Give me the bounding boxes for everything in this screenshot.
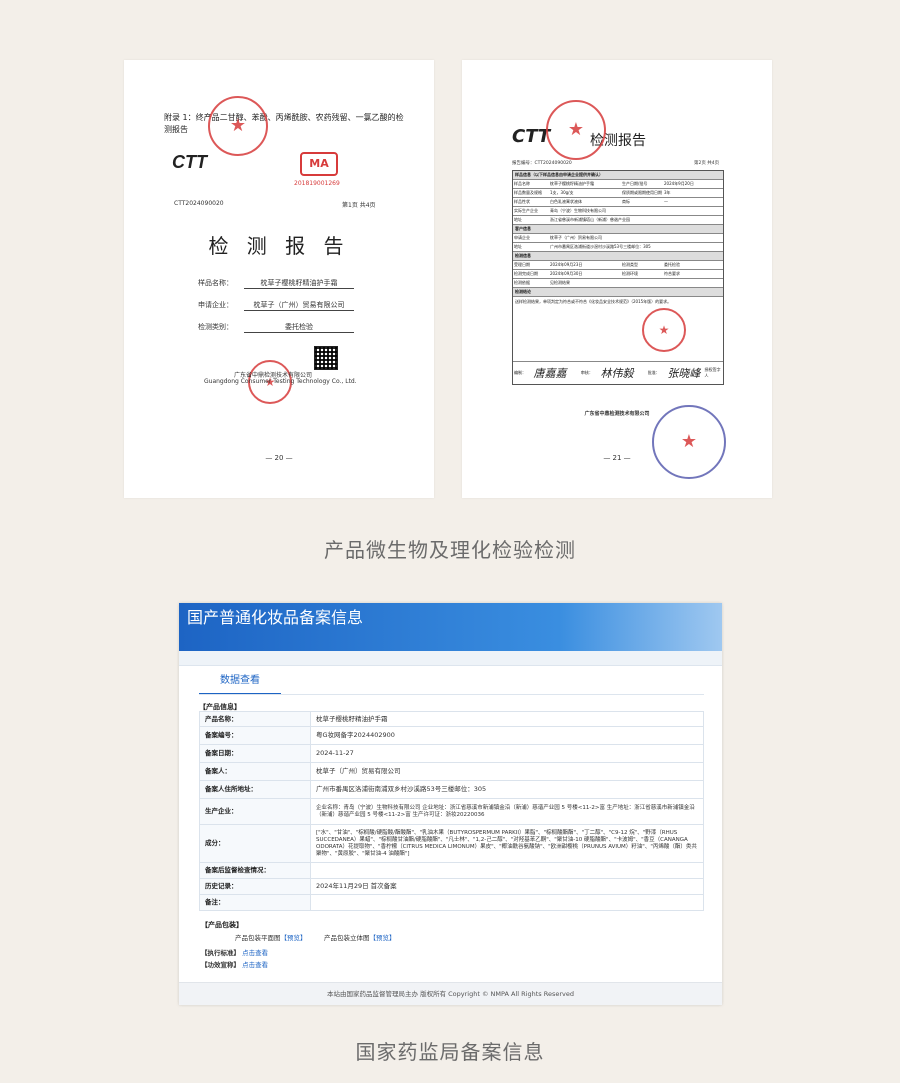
- cma-logo: MA: [300, 152, 338, 176]
- signature-approver: 张晓峰: [667, 367, 701, 380]
- caption-testing: 产品微生物及理化检验检测: [324, 538, 576, 562]
- test-report-cover-page: 附录 1：终产品二甘醇、苯酚、丙烯酰胺、农药残留、一氯乙酸的检测报告 ★ CTT…: [124, 60, 434, 498]
- page-count: 第2页 共4页: [694, 161, 720, 166]
- sample-value: 枕草子樱桃籽精油护手霜: [244, 278, 354, 289]
- table-row: 生产企业： 企业名称：青岛（宁波）生物科技有限公司 企业地址：浙江省慈溪市新浦镇金…: [199, 798, 704, 825]
- report-number: 报告编号：CTT2024090020: [512, 161, 572, 166]
- test-type-value: 委托检验: [244, 322, 354, 333]
- table-row: 备案编号： 粤G妆网备字2024402900: [199, 726, 704, 745]
- panel-footer: 本站由国家药品监督管理局主办 版权所有 Copyright © NMPA All…: [179, 982, 722, 1005]
- efficacy-row: 【功效宣称】 点击查看: [201, 961, 269, 969]
- signature-compiler: 唐嘉嘉: [533, 367, 567, 380]
- signer-title: 授权签字人: [704, 367, 721, 378]
- table-row: 成分： ["水"、"甘油"、"棕榈酸/硬脂酸/酯酸酯"、"乳油木果（BUTYROS…: [199, 824, 704, 863]
- preview-flat-link[interactable]: 【预览】: [281, 934, 307, 942]
- table-row: 产品名称： 枕草子樱桃籽精油护手霜: [199, 711, 704, 727]
- page-number: — 21 —: [603, 454, 631, 462]
- qr-code: [314, 346, 338, 370]
- packaging-flat-row: 产品包装平面图【预览】: [235, 934, 307, 942]
- cma-number: 201819001269: [294, 180, 340, 187]
- section-sample-header: 样品信息（以下样品信息由申请企业提供并确认）: [513, 171, 723, 179]
- test-report-detail-page: CTT 检测报告 ★ 报告编号：CTT2024090020 第2页 共4页 样品…: [462, 60, 772, 498]
- efficacy-view-link[interactable]: 点击查看: [242, 961, 268, 969]
- table-row: 备案人： 枕草子（广州）贸易有限公司: [199, 762, 704, 781]
- signature-reviewer: 林伟毅: [600, 367, 634, 380]
- official-seal: ★: [546, 100, 606, 160]
- conclusion-text: 送样检测结果，单项判定为符合或不符合《化妆品安全技术规范》（2015年版）的要求…: [513, 296, 723, 361]
- table-row: 样品性状 白色乳液膏状液体 商标 —: [513, 197, 723, 206]
- ctt-logo: CTT: [172, 152, 207, 172]
- packaging-3d-row: 产品包装立体图【预览】: [324, 934, 396, 942]
- caption-registration: 国家药监局备案信息: [355, 1040, 545, 1064]
- section-client-header: 客户信息: [513, 224, 723, 233]
- table-row: 备案日期： 2024-11-27: [199, 744, 704, 763]
- blue-seal: ★: [652, 405, 726, 479]
- section-conclusion-header: 检测结论: [513, 287, 723, 296]
- section-test-header: 检测信息: [513, 251, 723, 260]
- page-count: 第1页 共4页: [342, 202, 376, 209]
- table-row: 备注：: [199, 894, 704, 911]
- company-name-en: Guangdong Consumer Testing Technology Co…: [204, 378, 357, 385]
- report-table: 样品信息（以下样品信息由申请企业提供并确认） 样品名称 枕草子樱桃籽精油护手霜 生产…: [512, 170, 724, 385]
- table-row: 检测完成日期 2024年09月30日 检测环境 符合要求: [513, 269, 723, 278]
- standard-view-link[interactable]: 点击查看: [242, 949, 268, 957]
- applicant-value: 枕草子（广州）贸易有限公司: [244, 300, 354, 311]
- tab-divider: [199, 694, 704, 695]
- table-row: 备案人住所地址： 广州市番禺区洛浦街南浦双乡村沙溪路53号三楼邮位：305: [199, 780, 704, 799]
- table-row: 地址 浙江省慈溪市新浦镇塔山（新浦）慈谐产业园: [513, 215, 723, 224]
- table-row: 申请企业 枕草子（广州）贸易有限公司: [513, 233, 723, 242]
- table-row: 样品名称 枕草子樱桃籽精油护手霜 生产日期/批号 2024年9月20日: [513, 179, 723, 188]
- tab-data-view[interactable]: 数据查看: [199, 669, 281, 695]
- page-number: — 20 —: [265, 454, 293, 462]
- table-row: 受理日期 2024年09月23日 检测类型 委托检验: [513, 260, 723, 269]
- table-row: 历史记录： 2024年11月29日 首次备案: [199, 878, 704, 895]
- report-number: CTT2024090020: [174, 200, 224, 207]
- registration-info-panel: 国产普通化妆品备案信息 数据查看 【产品信息】 产品名称： 枕草子樱桃籽精油护手霜…: [179, 603, 722, 1005]
- header-subbar: [179, 651, 722, 666]
- panel-header: 国产普通化妆品备案信息: [179, 603, 722, 651]
- sample-label: 样品名称：: [198, 279, 233, 287]
- table-row: 样品数量及规格 1支，30g/支 保质期或限期使用日期 3年: [513, 188, 723, 197]
- standard-row: 【执行标准】 点击查看: [201, 949, 269, 957]
- test-type-label: 检测类别：: [198, 323, 233, 331]
- section-packaging: 【产品包装】: [201, 921, 243, 929]
- inspection-seal: ★: [642, 308, 686, 352]
- preview-3d-link[interactable]: 【预览】: [370, 934, 396, 942]
- report-title: 检 测 报 告: [208, 234, 350, 258]
- table-row: 备案后监督检查情况：: [199, 862, 704, 879]
- ctt-logo: CTT: [512, 126, 551, 147]
- product-info-table: 产品名称： 枕草子樱桃籽精油护手霜 备案编号： 粤G妆网备字2024402900 备…: [199, 711, 704, 911]
- table-row: 实际生产企业 青岛（宁波）生物科技有限公司: [513, 206, 723, 215]
- appendix-title: 附录 1：终产品二甘醇、苯酚、丙烯酰胺、农药残留、一氯乙酸的检测报告: [164, 113, 404, 134]
- official-seal: ★: [208, 96, 268, 156]
- table-row: 地址 广州市番禺区洛浦街道沙滘村沙溪路53号三楼邮位：305: [513, 242, 723, 251]
- table-row: 检测依据 见检测结果: [513, 278, 723, 287]
- applicant-label: 申请企业：: [198, 301, 233, 309]
- signature-row: 编制： 唐嘉嘉 审核： 林伟毅 批准： 张晓峰 授权签字人: [513, 361, 723, 384]
